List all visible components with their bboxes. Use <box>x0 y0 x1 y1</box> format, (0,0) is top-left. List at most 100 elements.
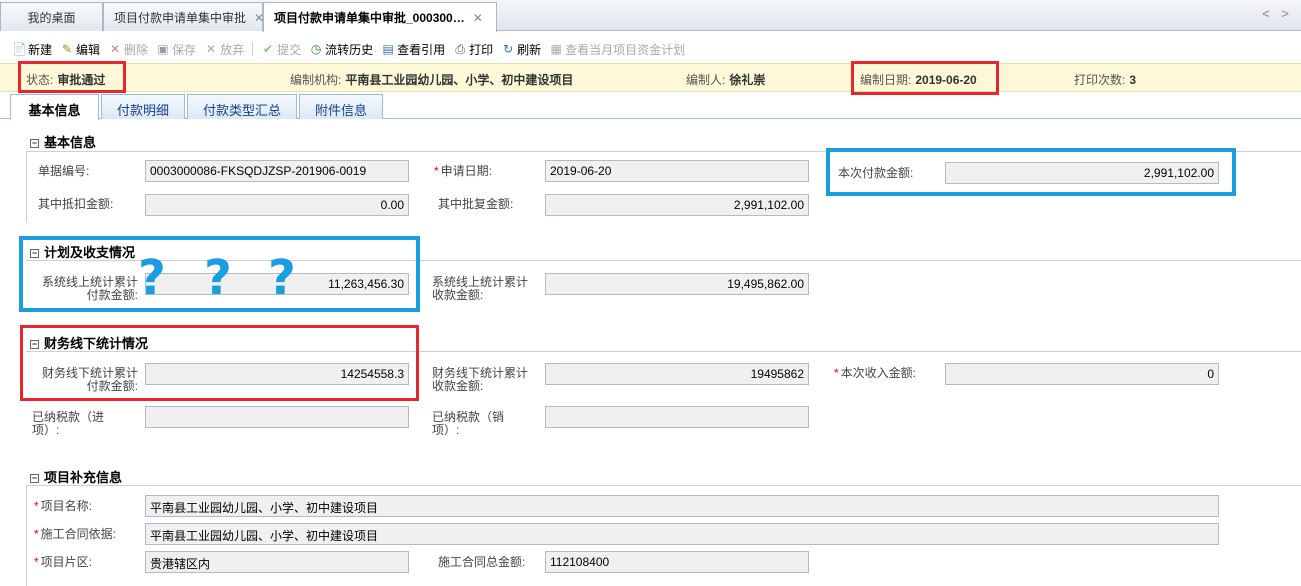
income-amount-field[interactable]: 0 <box>945 363 1219 385</box>
income-amount-label-text: 本次收入金额: <box>840 366 917 380</box>
save-icon: ▣ <box>157 42 169 56</box>
status-print-count: 打印次数: 3 <box>1074 71 1136 88</box>
new-button[interactable]: 📄 新建 <box>12 41 52 58</box>
tab-payment-detail[interactable]: 付款明细 <box>101 94 185 119</box>
tab-approval-detail[interactable]: 项目付款申请单集中审批_000300… ✕ <box>263 2 497 32</box>
tab-attachments[interactable]: 附件信息 <box>299 94 383 119</box>
tax-output-field[interactable] <box>545 406 809 428</box>
tab-label: 我的桌面 <box>27 11 76 25</box>
section-project-title[interactable]: − 项目补充信息 <box>30 467 122 486</box>
section-title-text: 项目补充信息 <box>44 470 123 485</box>
deduct-amount-label: 其中抵扣金额: <box>38 197 114 211</box>
tax-output-label: 已纳税款（销项）: <box>432 410 505 437</box>
contract-total-field[interactable]: 112108400 <box>545 551 809 573</box>
online-receive-total-label: 系统线上统计累计收款金额: <box>432 275 529 302</box>
reference-label: 查看引用 <box>397 42 446 57</box>
section-frame <box>26 485 27 586</box>
project-area-label: * 项目片区: <box>34 556 92 569</box>
highlight-state-box <box>18 61 126 93</box>
status-bar: 状态: 审批通过 编制机构: 平南县工业园幼儿园、小学、初中建设项目 编制人: 徐礼崇… <box>0 63 1301 92</box>
deduct-amount-field[interactable]: 0.00 <box>145 194 409 216</box>
status-print-label: 打印次数: <box>1074 73 1126 87</box>
contract-basis-field[interactable]: 平南县工业园幼儿园、小学、初中建设项目 <box>145 523 1219 545</box>
offline-receive-total-field[interactable]: 19495862 <box>545 363 809 385</box>
approved-amount-label: 其中批复金额: <box>438 197 514 211</box>
print-label: 打印 <box>469 42 494 57</box>
tab-scroll-arrows-icon[interactable]: < > <box>1262 6 1293 21</box>
doc-number-label: 单据编号: <box>38 164 90 178</box>
project-area-field[interactable]: 贵港辖区内 <box>145 551 409 573</box>
tab-basic-info[interactable]: 基本信息 <box>10 94 99 120</box>
new-icon: 📄 <box>12 42 27 56</box>
form-tab-bar: 基本信息 付款明细 付款类型汇总 附件信息 <box>0 93 1301 120</box>
discard-icon: ✕ <box>206 42 217 56</box>
refresh-button[interactable]: ↻ 刷新 <box>501 41 541 58</box>
income-amount-label: * 本次收入金额: <box>834 367 916 380</box>
document-tab-strip: 我的桌面 项目付款申请单集中审批 ✕ 项目付款申请单集中审批_000300… ✕ <… <box>0 0 1301 32</box>
question-mark-annotation: ? <box>138 250 166 306</box>
refresh-icon: ↻ <box>503 42 514 56</box>
required-marker: * <box>834 366 839 380</box>
section-divider <box>26 485 1301 486</box>
online-receive-total-field[interactable]: 19,495,862.00 <box>545 273 809 295</box>
save-label: 保存 <box>172 42 197 57</box>
offline-receive-total-label: 财务线下统计累计收款金额: <box>432 366 529 393</box>
tab-batch-approval[interactable]: 项目付款申请单集中审批 ✕ <box>103 2 264 31</box>
status-author-value: 徐礼崇 <box>729 73 766 87</box>
history-button[interactable]: ◷ 流转历史 <box>309 41 373 58</box>
submit-button[interactable]: ✔ 提交 <box>261 41 301 58</box>
project-name-field[interactable]: 平南县工业园幼儿园、小学、初中建设项目 <box>145 495 1219 517</box>
apply-date-label-text: 申请日期: <box>440 164 493 178</box>
tab-label: 项目付款申请单集中审批_000300… <box>274 11 465 25</box>
apply-date-field[interactable]: 2019-06-20 <box>545 160 809 182</box>
status-print-value: 3 <box>1129 73 1137 87</box>
question-mark-annotation: ? <box>204 250 232 306</box>
collapse-icon[interactable]: − <box>30 474 39 483</box>
section-basic-title[interactable]: − 基本信息 <box>30 132 96 151</box>
status-org: 编制机构: 平南县工业园幼儿园、小学、初中建设项目 <box>290 71 573 88</box>
print-button[interactable]: ⎙ 打印 <box>453 41 493 58</box>
doc-number-field[interactable]: 0003000086-FKSQDJZSP-201906-0019 <box>145 160 409 182</box>
approved-amount-field[interactable]: 2,991,102.00 <box>545 194 809 216</box>
contract-total-label: 施工合同总金额: <box>438 555 526 569</box>
reference-button[interactable]: ▤ 查看引用 <box>381 41 445 58</box>
tab-label: 基本信息 <box>28 103 81 118</box>
collapse-icon[interactable]: − <box>30 139 39 148</box>
project-name-label: * 项目名称: <box>34 500 92 513</box>
submit-icon: ✔ <box>263 42 274 56</box>
section-frame <box>26 151 27 223</box>
submit-label: 提交 <box>277 42 302 57</box>
close-icon[interactable]: ✕ <box>473 11 483 25</box>
edit-icon: ✎ <box>61 42 73 56</box>
reference-icon: ▤ <box>382 42 394 56</box>
highlight-date-box <box>851 61 999 95</box>
tab-label: 付款类型汇总 <box>202 103 281 118</box>
question-mark-annotation: ? <box>268 250 296 306</box>
refresh-label: 刷新 <box>517 42 542 57</box>
project-area-label-text: 项目片区: <box>40 555 93 569</box>
highlight-pay-amount-box <box>826 148 1236 196</box>
status-author-label: 编制人: <box>686 73 726 87</box>
edit-label: 编辑 <box>76 42 101 57</box>
view-fund-plan-button[interactable]: ▦ 查看当月项目资金计划 <box>549 41 685 58</box>
delete-label: 删除 <box>124 42 149 57</box>
tab-payment-type-summary[interactable]: 付款类型汇总 <box>187 94 297 119</box>
edit-button[interactable]: ✎ 编辑 <box>60 41 100 58</box>
required-marker: * <box>34 527 39 541</box>
required-marker: * <box>434 164 439 178</box>
discard-button[interactable]: ✕ 放弃 <box>204 41 244 58</box>
delete-button[interactable]: ✕ 删除 <box>108 41 148 58</box>
tab-desktop[interactable]: 我的桌面 <box>0 2 103 31</box>
save-button[interactable]: ▣ 保存 <box>156 41 196 58</box>
status-org-value: 平南县工业园幼儿园、小学、初中建设项目 <box>345 73 574 87</box>
apply-date-label: * 申请日期: <box>434 165 492 178</box>
required-marker: * <box>34 555 39 569</box>
toolbar-separator <box>252 42 254 56</box>
toolbar: 📄 新建 ✎ 编辑 ✕ 删除 ▣ 保存 ✕ 放弃 ✔ 提交 ◷ 流转历史 ▤ 查看引用 ⎙ 打印 … <box>0 37 1301 61</box>
tab-label: 付款明细 <box>116 103 169 118</box>
section-title-text: 基本信息 <box>44 135 97 150</box>
project-name-label-text: 项目名称: <box>40 499 93 513</box>
status-org-label: 编制机构: <box>290 73 342 87</box>
delete-icon: ✕ <box>110 42 121 56</box>
tax-input-field[interactable] <box>145 406 409 428</box>
